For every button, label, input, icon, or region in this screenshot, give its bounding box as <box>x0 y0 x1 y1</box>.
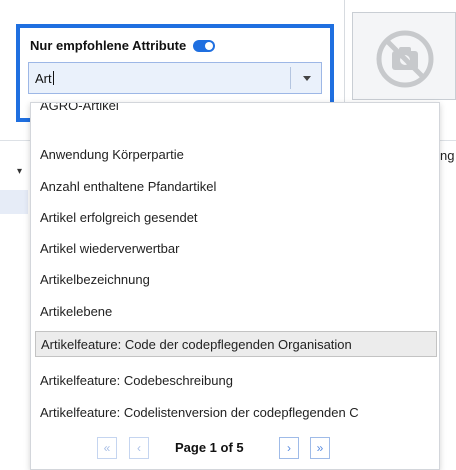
dropdown-option[interactable]: Artikelbezeichnung <box>35 266 437 292</box>
no-photo-icon <box>376 30 434 88</box>
dropdown-option-highlighted[interactable]: Artikelfeature: Code der codepflegenden … <box>35 331 437 357</box>
recommended-attributes-row: Nur empfohlene Attribute <box>30 38 216 53</box>
last-page-button[interactable]: » <box>310 437 330 459</box>
dropdown-option[interactable]: Artikel erfolgreich gesendet <box>35 204 437 230</box>
selected-tree-row[interactable] <box>0 190 28 214</box>
text-cursor <box>52 71 54 85</box>
dropdown-option[interactable]: Anzahl enthaltene Pfandartikel <box>35 173 437 199</box>
toggle-knob <box>205 41 214 50</box>
tree-expand-icon[interactable]: ▾ <box>17 166 22 177</box>
dropdown-option[interactable]: Artikel wiederverwertbar <box>35 235 437 261</box>
first-page-button[interactable]: « <box>97 437 117 459</box>
previous-page-button[interactable]: ‹ <box>129 437 149 459</box>
recommended-attributes-label: Nur empfohlene Attribute <box>30 38 187 53</box>
chevron-down-icon[interactable] <box>303 76 311 81</box>
attribute-search-input[interactable]: Art <box>28 62 322 94</box>
recommended-attributes-toggle[interactable] <box>193 39 216 52</box>
dropdown-option[interactable]: Artikelfeature: Codebeschreibung <box>35 367 437 393</box>
dropdown-option[interactable]: Anwendung Körperpartie <box>35 141 437 167</box>
dropdown-option[interactable]: Artikelfeature: Codelistenversion der co… <box>35 399 437 425</box>
dropdown-pager: « ‹ Page 1 of 5 › » <box>31 437 439 461</box>
page-indicator: Page 1 of 5 <box>175 440 244 455</box>
attribute-search-value: Art <box>35 70 52 86</box>
select-divider <box>290 67 291 89</box>
attribute-dropdown-list: AGRO-Artikel Anwendung Körperpartie Anza… <box>30 102 440 470</box>
product-image-placeholder[interactable] <box>352 12 456 100</box>
dropdown-option[interactable]: Artikelebene <box>35 298 437 324</box>
next-page-button[interactable]: › <box>279 437 299 459</box>
dropdown-option[interactable]: AGRO-Artikel <box>35 103 437 113</box>
background-column-text: ng <box>440 148 455 163</box>
